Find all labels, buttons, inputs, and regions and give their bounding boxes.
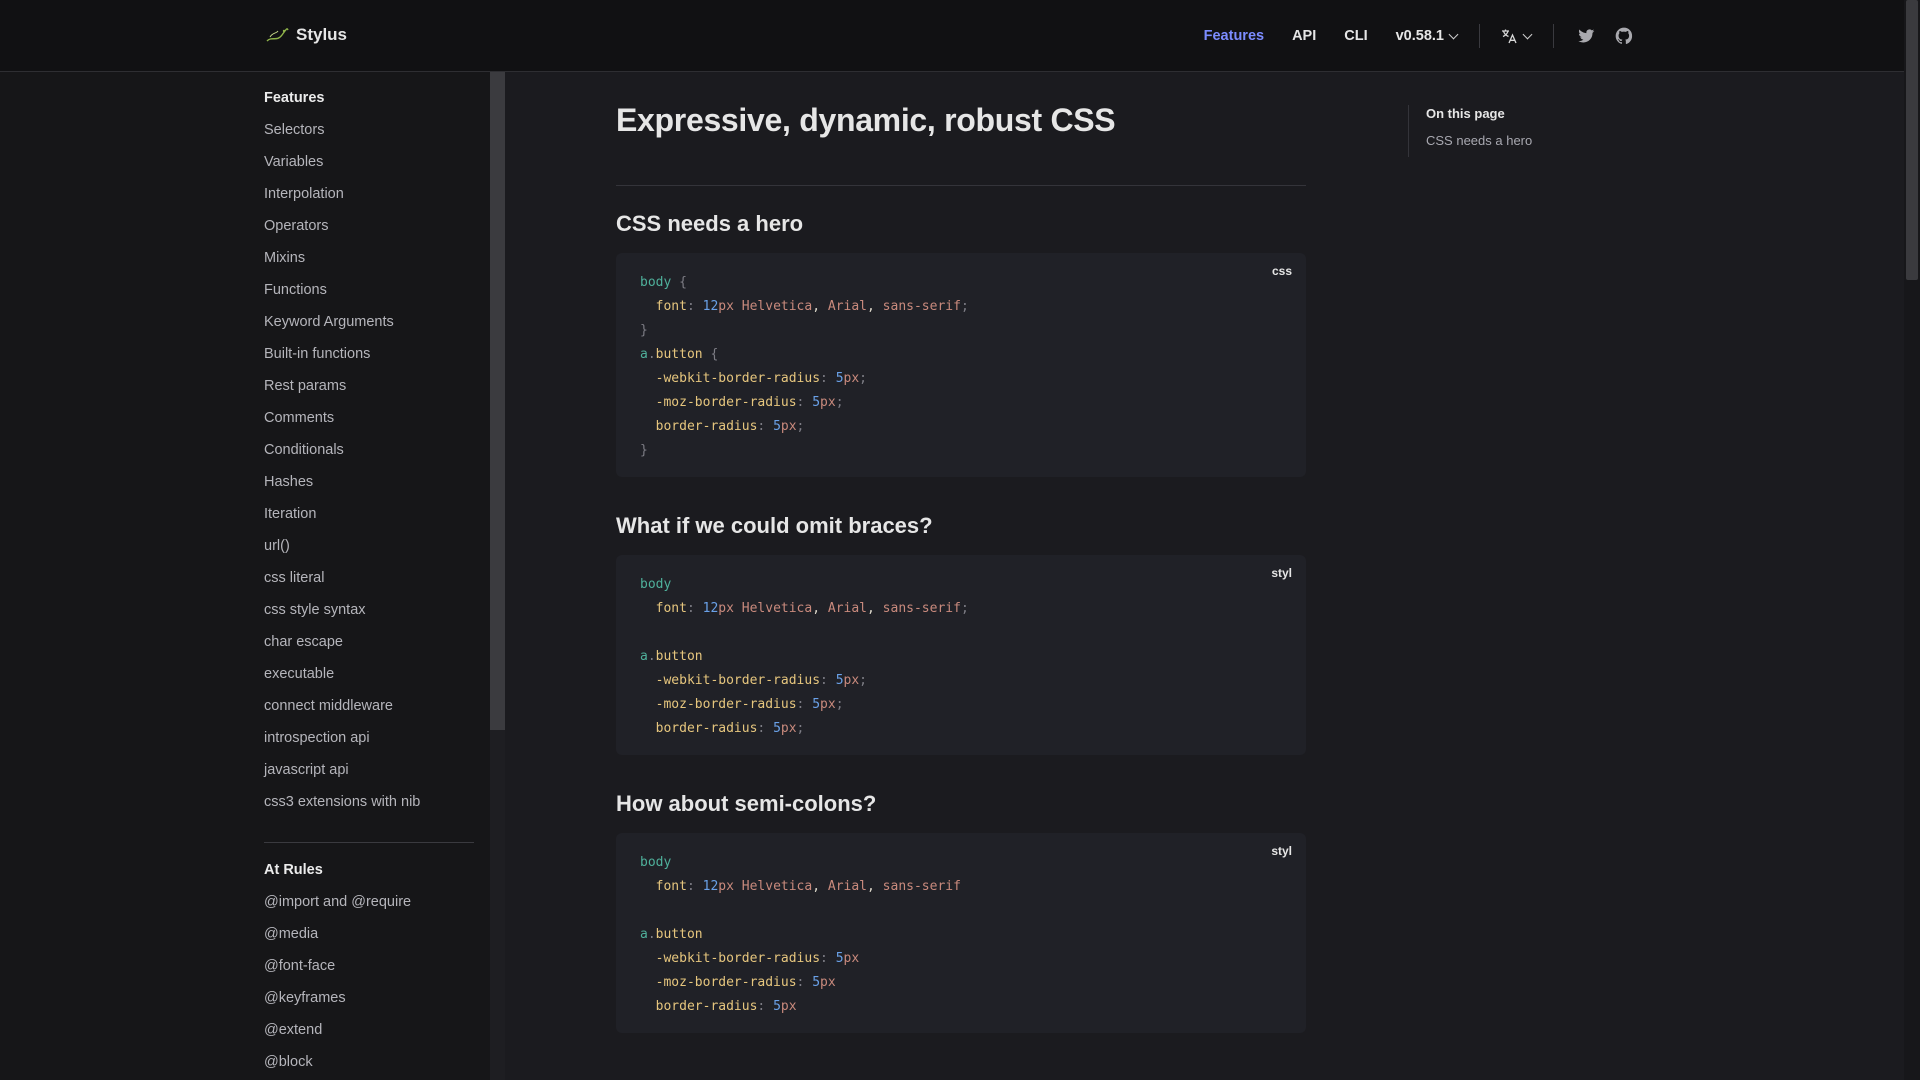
sidebar-item-extend[interactable]: @extend (264, 1014, 474, 1046)
sidebar-item-executable[interactable]: executable (264, 658, 474, 690)
sidebar-item-char-escape[interactable]: char escape (264, 626, 474, 658)
sidebar-item-css-literal[interactable]: css literal (264, 562, 474, 594)
code-block: css body { font: 12px Helvetica, Arial, … (616, 253, 1306, 477)
sidebar-item-variables[interactable]: Variables (264, 146, 474, 178)
sidebar-item-selectors[interactable]: Selectors (264, 114, 474, 146)
brand-name: Stylus (296, 25, 348, 44)
chevron-down-icon (1448, 29, 1459, 39)
sidebar-item-rest-params[interactable]: Rest params (264, 370, 474, 402)
version-dropdown[interactable]: v0.58.1 (1395, 28, 1459, 44)
sidebar-item-font-face[interactable]: @font-face (264, 950, 474, 982)
code-language-label: styl (1271, 844, 1292, 858)
code-content: body font: 12px Helvetica, Arial, sans-s… (640, 855, 961, 1014)
nav-divider (1479, 24, 1480, 48)
sidebar-item-interpolation[interactable]: Interpolation (264, 178, 474, 210)
section-heading: What if we could omit braces? (616, 513, 933, 538)
github-icon[interactable] (1614, 26, 1634, 46)
social-links (1576, 26, 1634, 46)
code-content: body { font: 12px Helvetica, Arial, sans… (640, 275, 969, 458)
page-scrollbar-thumb[interactable] (1906, 0, 1918, 280)
sidebar-item-iteration[interactable]: Iteration (264, 498, 474, 530)
nav-link-features[interactable]: Features (1204, 28, 1264, 44)
code-language-label: css (1271, 264, 1292, 278)
sidebar-item-import-and-require[interactable]: @import and @require (264, 886, 474, 918)
code-language-label: styl (1271, 566, 1292, 580)
translate-icon (1502, 29, 1517, 44)
page-title: Expressive, dynamic, robust CSS (616, 102, 1116, 138)
section-heading: CSS needs a hero (616, 211, 804, 236)
code-block: styl body font: 12px Helvetica, Arial, s… (616, 555, 1306, 755)
sidebar-group-at-rules: At Rules @import and @require @media @fo… (264, 854, 474, 1078)
chevron-down-icon (1522, 29, 1533, 39)
sidebar: Features Selectors Variables Interpolati… (0, 72, 491, 1080)
nav-link-api[interactable]: API (1292, 28, 1316, 44)
sidebar-item-css3-extensions-with-nib[interactable]: css3 extensions with nib (264, 786, 474, 818)
sidebar-divider (264, 842, 474, 843)
sidebar-item-introspection-api[interactable]: introspection api (264, 722, 474, 754)
section-heading: How about semi-colons? (616, 791, 877, 816)
on-this-page-outline: On this page CSS needs a hero (1408, 105, 1532, 157)
sidebar-item-keyframes[interactable]: @keyframes (264, 982, 474, 1014)
nav-divider (1553, 24, 1554, 48)
sidebar-item-keyword-arguments[interactable]: Keyword Arguments (264, 306, 474, 338)
sidebar-item-functions[interactable]: Functions (264, 274, 474, 306)
sidebar-item-conditionals[interactable]: Conditionals (264, 434, 474, 466)
twitter-icon[interactable] (1576, 26, 1596, 46)
brand-logo-link[interactable]: Stylus (264, 22, 347, 48)
sidebar-item-operators[interactable]: Operators (264, 210, 474, 242)
sidebar-item-comments[interactable]: Comments (264, 402, 474, 434)
sidebar-item-hashes[interactable]: Hashes (264, 466, 474, 498)
sidebar-item-media[interactable]: @media (264, 918, 474, 950)
sidebar-group-features: Features Selectors Variables Interpolati… (264, 82, 474, 818)
outline-title: On this page (1426, 106, 1505, 121)
code-block: styl body font: 12px Helvetica, Arial, s… (616, 833, 1306, 1033)
nav-link-cli[interactable]: CLI (1344, 28, 1367, 44)
version-label: v0.58.1 (1395, 28, 1444, 44)
sidebar-scrollbar-thumb[interactable] (490, 72, 505, 730)
title-divider (616, 185, 1306, 186)
outline-item-css-needs-a-hero[interactable]: CSS needs a hero (1426, 133, 1532, 148)
sidebar-group-title: Features (264, 90, 325, 106)
sidebar-item-built-in-functions[interactable]: Built-in functions (264, 338, 474, 370)
sidebar-item-css-style-syntax[interactable]: css style syntax (264, 594, 474, 626)
sidebar-item-block[interactable]: @block (264, 1046, 474, 1078)
primary-nav: Features API CLI v0.58.1 (1176, 0, 1634, 72)
code-content: body font: 12px Helvetica, Arial, sans-s… (640, 577, 969, 736)
stylus-logo-icon (266, 28, 289, 42)
main-content: Expressive, dynamic, robust CSS CSS need… (616, 72, 1306, 1033)
top-navbar: Stylus Features API CLI v0.58.1 (0, 0, 1904, 72)
language-dropdown[interactable] (1500, 27, 1533, 45)
sidebar-item-url[interactable]: url() (264, 530, 474, 562)
sidebar-item-mixins[interactable]: Mixins (264, 242, 474, 274)
sidebar-item-connect-middleware[interactable]: connect middleware (264, 690, 474, 722)
sidebar-item-javascript-api[interactable]: javascript api (264, 754, 474, 786)
sidebar-group-title: At Rules (264, 862, 323, 878)
